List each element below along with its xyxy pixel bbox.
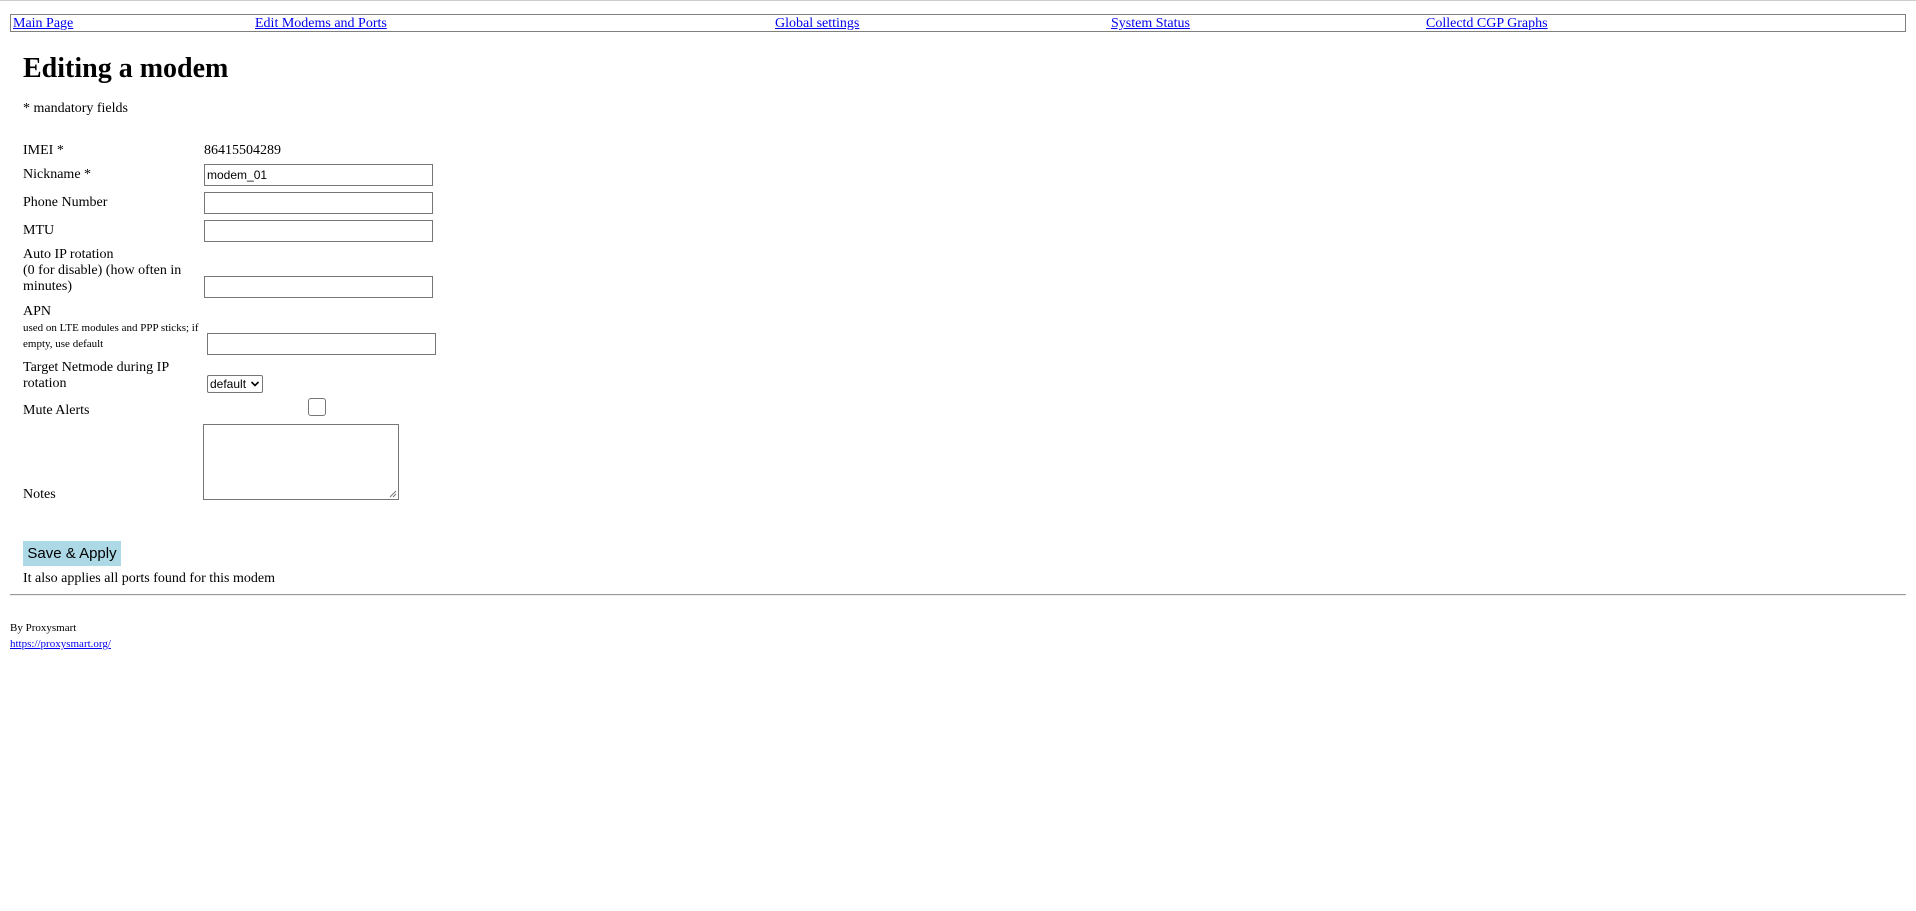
phone-number-input[interactable] (204, 192, 433, 214)
divider (10, 594, 1906, 596)
phone-number-label: Phone Number (23, 195, 108, 210)
target-netmode-select[interactable]: default (207, 375, 263, 393)
target-netmode-selected-value: default (210, 377, 247, 391)
target-netmode-label-line2: rotation (23, 376, 67, 391)
footer-by-text: By Proxysmart (10, 622, 77, 634)
auto-ip-rotation-input[interactable] (204, 276, 433, 298)
apply-note: It also applies all ports found for this… (23, 571, 275, 586)
page-title: Editing a modem (23, 53, 229, 84)
apn-input[interactable] (207, 333, 436, 355)
nav-link-collectd-cgp-graphs[interactable]: Collectd CGP Graphs (1426, 16, 1548, 32)
mandatory-fields-note: * mandatory fields (23, 101, 128, 116)
nav-link-system-status[interactable]: System Status (1111, 16, 1190, 32)
chevron-down-icon (250, 381, 260, 387)
save-and-apply-button[interactable]: Save & Apply (23, 541, 121, 566)
nickname-label: Nickname * (23, 167, 92, 182)
imei-value: 86415504289 (204, 143, 281, 158)
apn-hint-line1: used on LTE modules and PPP sticks; if (23, 322, 199, 334)
nav-link-global-settings[interactable]: Global settings (775, 16, 859, 32)
nickname-input[interactable]: modem_01 (204, 164, 433, 186)
resize-grip-icon[interactable] (389, 490, 397, 498)
notes-textarea[interactable] (203, 424, 399, 500)
auto-ip-rotation-label: Auto IP rotation (0 for disable) (how of… (23, 247, 181, 295)
mute-alerts-label: Mute Alerts (23, 403, 90, 418)
imei-label: IMEI * (23, 143, 64, 158)
target-netmode-label: Target Netmode during IP rotation (23, 360, 169, 392)
target-netmode-label-line1: Target Netmode during IP (23, 360, 170, 375)
auto-ip-rotation-label-line3: minutes) (23, 279, 72, 294)
mtu-label: MTU (23, 223, 55, 238)
nav-link-edit-modems-and-ports[interactable]: Edit Modems and Ports (255, 16, 387, 32)
auto-ip-rotation-label-line2: (0 for disable) (how often in (23, 263, 182, 278)
top-border-line (0, 0, 1916, 1)
notes-label: Notes (23, 487, 56, 502)
mtu-input[interactable] (204, 220, 433, 242)
apn-hint-line2: empty, use default (23, 338, 104, 350)
apn-label-title: APN (23, 304, 52, 319)
nav-link-main-page[interactable]: Main Page (13, 16, 73, 32)
mute-alerts-checkbox[interactable] (308, 398, 326, 416)
auto-ip-rotation-label-line1: Auto IP rotation (23, 247, 114, 262)
apn-label: APN used on LTE modules and PPP sticks; … (23, 304, 199, 352)
top-navigation: Main Page Edit Modems and Ports Global s… (10, 14, 1906, 32)
footer-link[interactable]: https://proxysmart.org/ (10, 637, 111, 651)
